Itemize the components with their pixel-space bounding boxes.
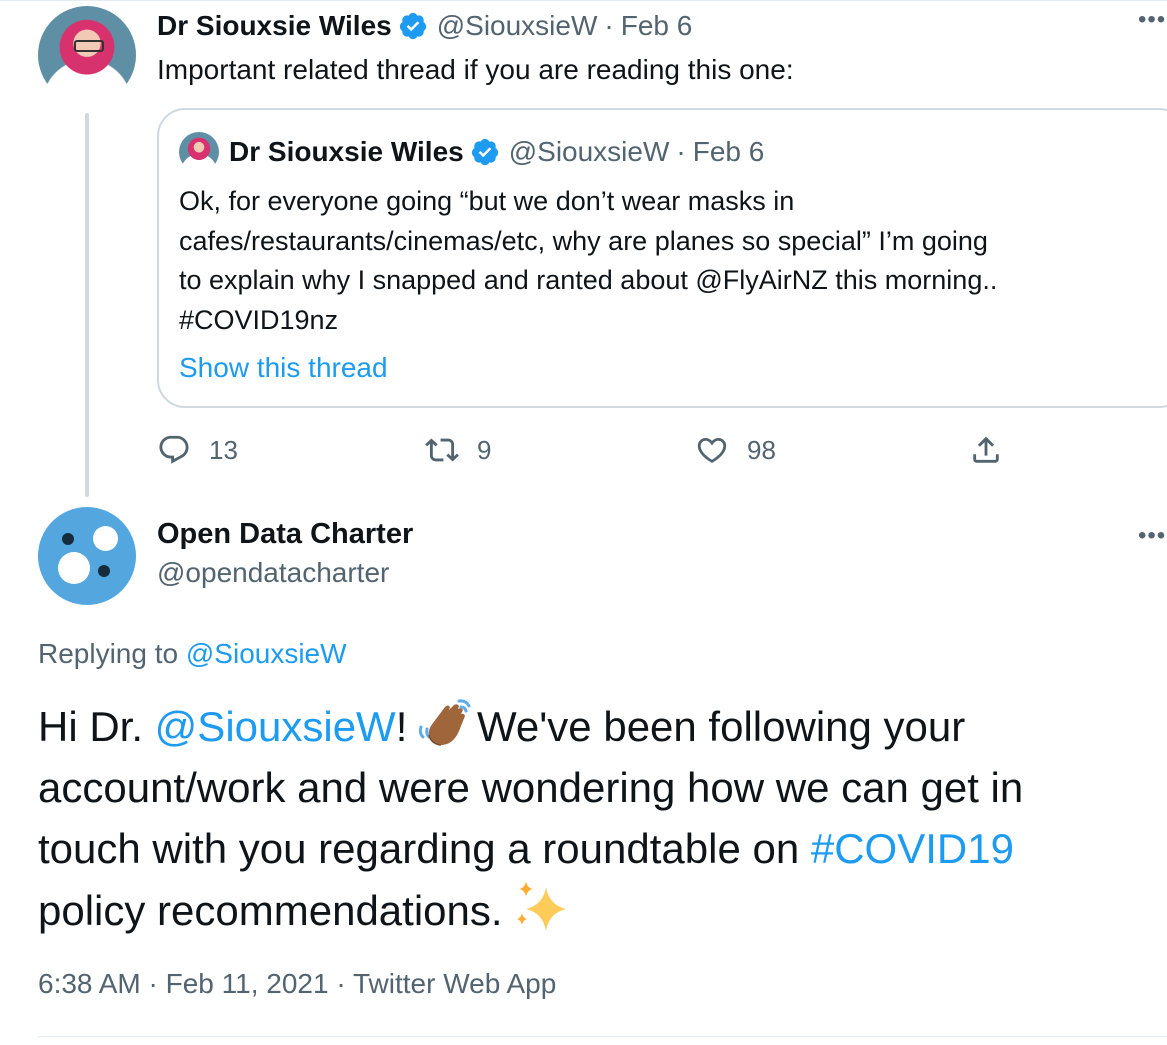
verified-badge-icon xyxy=(399,12,426,40)
text-segment: policy recommendations. xyxy=(38,887,503,934)
hashtag-link[interactable]: #COVID19 xyxy=(811,825,1014,872)
reply-icon xyxy=(159,435,189,464)
quoted-tweet-date: Feb 6 xyxy=(692,136,765,167)
retweet-count: 9 xyxy=(477,434,492,465)
text-segment: Hi Dr. xyxy=(38,703,155,750)
like-count: 98 xyxy=(747,434,776,465)
tweet-time[interactable]: 6:38 AM xyxy=(38,968,141,999)
author-handle[interactable]: @opendatacharter xyxy=(157,557,389,589)
quoted-author-name: Dr Siouxsie Wiles xyxy=(229,136,464,167)
quoted-hashtag: #COVID19nz xyxy=(179,304,339,335)
replying-to: Replying to @SiouxsieW xyxy=(38,638,347,670)
tweet-text: Hi Dr. @SiouxsieW! We've been following … xyxy=(38,696,1138,941)
tweet-text-line: touch with you regarding a roundtable on… xyxy=(38,818,1138,879)
quoted-author-handle: @SiouxsieW xyxy=(508,136,670,167)
retweet-icon xyxy=(425,438,459,462)
tweet-date[interactable]: Feb 6 xyxy=(621,10,693,42)
like-button[interactable]: 98 xyxy=(695,428,776,472)
text-segment: to explain why I snapped and ranted abou… xyxy=(179,265,696,295)
tweet-text-line: policy recommendations. xyxy=(38,879,1138,941)
mention-link[interactable]: @SiouxsieW xyxy=(155,703,396,750)
author-handle[interactable]: @SiouxsieW xyxy=(437,10,598,42)
more-options-icon[interactable]: ••• xyxy=(1138,6,1166,34)
text-segment: touch with you regarding a roundtable on xyxy=(38,825,811,872)
text-segment: We've been following your xyxy=(477,703,966,750)
thread-connector-line xyxy=(85,113,89,497)
tweet-text-line: account/work and were wondering how we c… xyxy=(38,764,1024,811)
quoted-tweet-header: Dr Siouxsie Wiles @SiouxsieW · Feb 6 xyxy=(229,134,764,170)
like-icon xyxy=(697,437,727,463)
separator-dot: · xyxy=(336,968,346,999)
separator-dot: · xyxy=(604,10,614,41)
tweet-text: Important related thread if you are read… xyxy=(157,54,794,85)
tweet-full-date[interactable]: Feb 11, 2021 xyxy=(166,968,329,999)
bottom-divider xyxy=(38,1036,1167,1037)
source-app-link[interactable]: Twitter Web App xyxy=(353,968,556,999)
replying-to-handle[interactable]: @SiouxsieW xyxy=(186,638,347,669)
quoted-text-line: Ok, for everyone going “but we don’t wea… xyxy=(179,186,795,216)
show-thread-link[interactable]: Show this thread xyxy=(179,350,388,386)
text-segment: this morning.. xyxy=(827,265,998,295)
top-divider xyxy=(0,0,1167,1)
reply-button[interactable]: 13 xyxy=(157,428,238,472)
quoted-text-line: to explain why I snapped and ranted abou… xyxy=(179,261,1159,301)
quoted-tweet-card[interactable]: Dr Siouxsie Wiles @SiouxsieW · Feb 6 Ok,… xyxy=(157,108,1167,408)
tweet-action-bar: 13 9 98 xyxy=(157,428,1057,472)
author-name[interactable]: Open Data Charter xyxy=(157,518,413,551)
reply-count: 13 xyxy=(209,434,238,465)
replying-label: Replying to xyxy=(38,638,186,669)
verified-badge-icon xyxy=(471,138,498,166)
share-icon xyxy=(973,436,999,463)
mention-text: @FlyAirNZ xyxy=(695,265,828,295)
tweet-header: Dr Siouxsie Wiles @SiouxsieW · Feb 6 xyxy=(157,9,692,43)
avatar[interactable] xyxy=(38,6,136,104)
separator-dot: · xyxy=(676,136,686,167)
tweet-text-line: Hi Dr. @SiouxsieW! We've been following … xyxy=(38,696,1138,757)
sparkles-emoji xyxy=(517,881,567,931)
separator-dot: · xyxy=(148,968,158,999)
quoted-avatar xyxy=(179,132,219,172)
quoted-tweet-text: Ok, for everyone going “but we don’t wea… xyxy=(179,182,1159,340)
text-segment: ! xyxy=(395,703,408,750)
share-button[interactable] xyxy=(969,428,1003,472)
retweet-button[interactable]: 9 xyxy=(425,428,491,472)
more-options-icon[interactable]: ••• xyxy=(1138,522,1166,550)
quoted-text-line: cafes/restaurants/cinemas/etc, why are p… xyxy=(179,225,988,256)
avatar[interactable] xyxy=(38,507,136,605)
author-name[interactable]: Dr Siouxsie Wiles xyxy=(157,10,392,42)
waving-hand-emoji xyxy=(419,699,471,746)
tweet-meta: 6:38 AM · Feb 11, 2021 · Twitter Web App xyxy=(38,968,556,1000)
